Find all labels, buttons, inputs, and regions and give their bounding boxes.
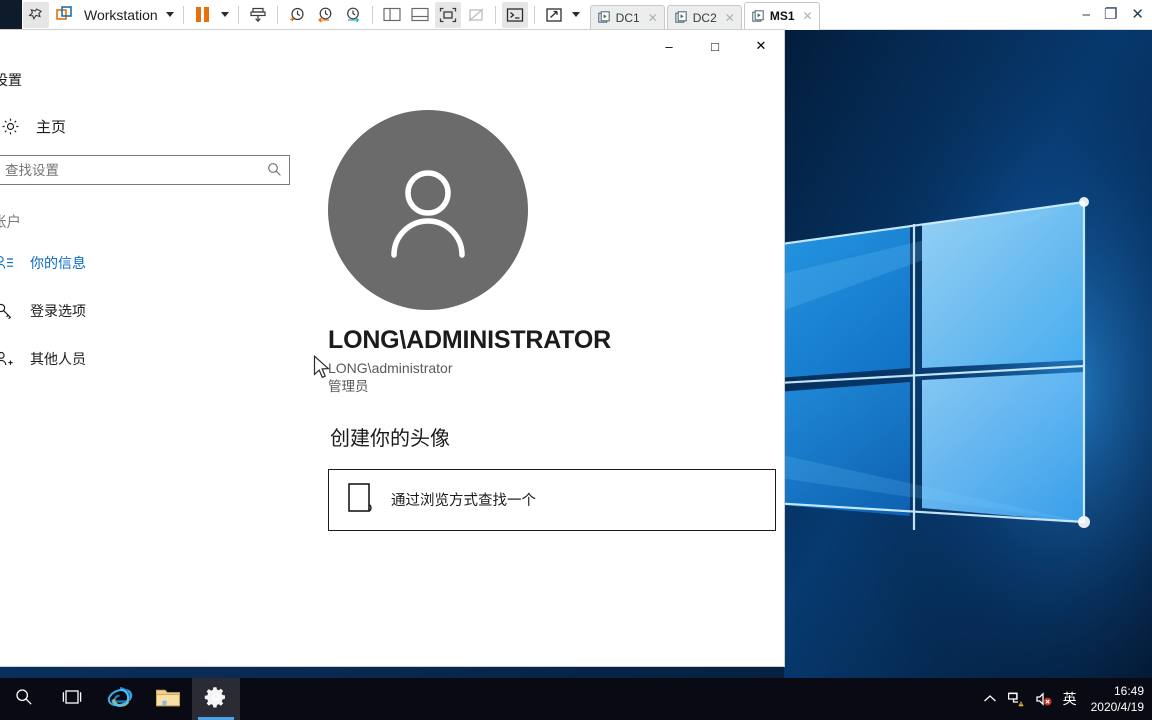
- close-icon[interactable]: ✕: [725, 11, 735, 25]
- file-explorer-icon: [155, 686, 181, 713]
- vmware-window-controls: ⎯ ❐ ✕: [1082, 7, 1152, 22]
- search-field-wrapper: [0, 155, 290, 185]
- settings-icon: [204, 685, 228, 714]
- create-avatar-heading: 创建你的头像: [330, 427, 450, 450]
- toolbar-divider: [533, 5, 535, 24]
- vm-icon: [597, 11, 610, 23]
- vm-tab-strip: DC1 ✕ DC2 ✕ MS1 ✕: [589, 0, 822, 30]
- close-icon[interactable]: ✕: [1131, 7, 1144, 22]
- settings-main-content: LONG\ADMINISTRATOR LONG\administrator 管理…: [292, 62, 784, 666]
- close-icon[interactable]: ✕: [803, 9, 813, 23]
- wallpaper-art: [784, 30, 1152, 678]
- take-snapshot-icon[interactable]: [284, 2, 310, 28]
- ime-language-indicator[interactable]: 英: [1063, 689, 1077, 709]
- toolbar-divider: [182, 5, 184, 24]
- taskbar-file-explorer-button[interactable]: [144, 678, 192, 720]
- vm-tab-label: MS1: [769, 9, 795, 23]
- internet-explorer-icon: [107, 684, 133, 715]
- chevron-down-icon[interactable]: [165, 12, 174, 17]
- page-title: 设置: [0, 72, 22, 88]
- vm-tab-label: DC2: [692, 10, 717, 25]
- volume-muted-icon[interactable]: [1035, 691, 1053, 707]
- settings-titlebar[interactable]: – □ ✕: [0, 30, 784, 62]
- task-view-icon: [61, 689, 83, 710]
- close-icon[interactable]: ✕: [648, 11, 658, 25]
- minimize-icon[interactable]: ⎯: [1082, 7, 1090, 22]
- network-warning-icon[interactable]: [1007, 691, 1025, 707]
- fullscreen-dropdown-chevron-icon[interactable]: [571, 12, 580, 17]
- key-icon: [0, 302, 14, 320]
- clock-time: 16:49: [1113, 683, 1144, 698]
- taskbar-settings-button[interactable]: [192, 678, 240, 720]
- enter-fullscreen-icon[interactable]: [541, 2, 567, 28]
- browse-button-label: 通过浏览方式查找一个: [391, 493, 536, 510]
- browse-file-icon: [347, 482, 373, 518]
- account-role: 管理员: [328, 378, 369, 394]
- toolbar-divider: [494, 5, 496, 24]
- sidebar-item-label: 其他人员: [30, 351, 86, 367]
- snapshot-manager-icon[interactable]: [340, 2, 366, 28]
- sidebar-item-label: 主页: [36, 119, 67, 136]
- account-display-name: LONG\ADMINISTRATOR: [328, 326, 611, 354]
- vm-tab-label: DC1: [615, 10, 640, 25]
- search-icon: [15, 688, 33, 711]
- show-thumbnail-bar-icon[interactable]: [407, 2, 433, 28]
- search-input[interactable]: [0, 155, 290, 185]
- windows-hero-wallpaper: [784, 30, 1152, 678]
- gear-icon: [0, 117, 20, 136]
- vm-icon: [752, 9, 764, 22]
- show-console-view-icon[interactable]: [434, 1, 461, 28]
- toolbar-divider: [276, 5, 278, 24]
- settings-window: – □ ✕ 设置 主页 查找设置 户 你的信息 登录选项 其他人员 LONG\A…: [0, 30, 784, 666]
- sidebar-item-other-users[interactable]: 其他人员: [0, 342, 292, 376]
- toolbar-divider: [237, 5, 239, 24]
- taskbar-search-button[interactable]: [0, 678, 48, 720]
- vmware-toolbar: Workstation DC1 ✕ DC2 ✕ MS1 ✕ ⎯ ❐ ✕: [0, 0, 1152, 30]
- show-hidden-icons-icon[interactable]: [983, 694, 997, 704]
- revert-snapshot-icon[interactable]: [312, 2, 338, 28]
- terminal-icon[interactable]: [501, 1, 528, 28]
- avatar: [328, 110, 528, 310]
- taskbar-task-view-button[interactable]: [48, 678, 96, 720]
- add-user-icon: [0, 350, 14, 368]
- sidebar-item-home[interactable]: 主页: [0, 116, 292, 137]
- settings-sidebar: 设置 主页 查找设置 户 你的信息 登录选项 其他人员: [0, 62, 292, 666]
- browse-for-one-button[interactable]: 通过浏览方式查找一个: [328, 468, 776, 531]
- sidebar-item-label: 登录选项: [30, 303, 86, 319]
- vm-tab-dc2[interactable]: DC2 ✕: [666, 4, 742, 30]
- minimize-icon[interactable]: –: [646, 30, 692, 62]
- pause-dropdown-chevron-icon[interactable]: [220, 12, 229, 17]
- taskbar: 英 16:49 2020/4/19: [0, 678, 1152, 720]
- vm-tab-dc1[interactable]: DC1 ✕: [589, 4, 665, 30]
- send-ctrl-alt-del-icon[interactable]: [245, 2, 271, 28]
- screen: Workstation DC1 ✕ DC2 ✕ MS1 ✕ ⎯ ❐ ✕ – □ …: [0, 0, 1152, 720]
- sidebar-item-label: 你的信息: [30, 255, 86, 271]
- hide-console-view-icon[interactable]: [463, 2, 489, 28]
- pause-icon[interactable]: [190, 2, 216, 28]
- sidebar-item-signin-options[interactable]: 登录选项: [0, 294, 292, 328]
- taskbar-internet-explorer-button[interactable]: [96, 678, 144, 720]
- restore-icon[interactable]: ❐: [1104, 7, 1117, 22]
- system-tray: 英 16:49 2020/4/19: [983, 683, 1152, 715]
- pin-icon[interactable]: [23, 1, 49, 28]
- sidebar-item-your-info[interactable]: 你的信息: [0, 246, 292, 280]
- user-avatar-icon: [391, 170, 465, 258]
- vmware-logo-icon[interactable]: [51, 2, 77, 28]
- account-identity: LONG\administrator: [328, 359, 453, 376]
- toolbar-divider: [371, 5, 373, 24]
- vmware-app-label: Workstation: [84, 6, 158, 23]
- show-library-panel-icon[interactable]: [379, 2, 405, 28]
- vm-icon: [675, 11, 687, 23]
- close-icon[interactable]: ✕: [738, 30, 784, 62]
- maximize-icon[interactable]: □: [692, 30, 738, 62]
- account-info-icon: [0, 254, 14, 272]
- vmware-toolbar-left-edge: [0, 0, 22, 30]
- clock-date: 2020/4/19: [1090, 700, 1144, 714]
- taskbar-clock[interactable]: 16:49 2020/4/19: [1087, 683, 1146, 715]
- settings-body: 设置 主页 查找设置 户 你的信息 登录选项 其他人员 LONG\ADMINIS…: [0, 62, 784, 666]
- vm-tab-ms1[interactable]: MS1 ✕: [743, 1, 820, 30]
- sidebar-section-header: 帐户: [0, 215, 21, 231]
